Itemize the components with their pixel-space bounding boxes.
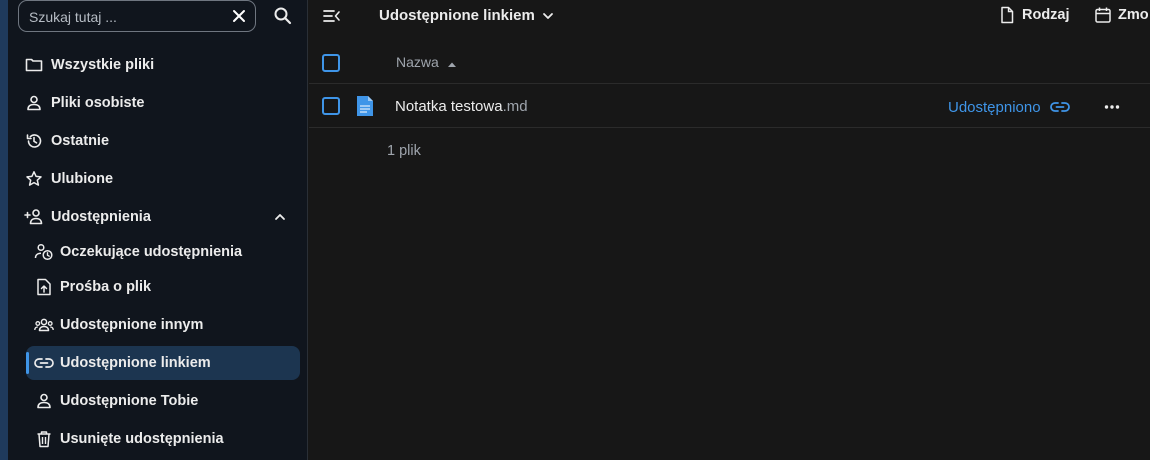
filter-type-button[interactable]: Rodzaj	[998, 6, 1070, 24]
sidebar-item-recent[interactable]: Ostatnie	[8, 122, 308, 160]
sidebar-item-label: Pliki osobiste	[51, 95, 145, 111]
sidebar-item-file-request[interactable]: Prośba o plik	[8, 268, 308, 306]
menu-toggle-icon[interactable]	[321, 5, 343, 27]
user-icon	[24, 93, 44, 113]
file-upload-icon	[34, 277, 54, 297]
sidebar-item-shared-by-link[interactable]: Udostępnione linkiem	[26, 346, 300, 380]
sidebar-item-pending-shares[interactable]: Oczekujące udostępnienia	[8, 236, 308, 268]
file-name-link[interactable]: Notatka testowa.md	[395, 98, 528, 115]
sidebar-item-label: Udostępnione linkiem	[60, 355, 211, 371]
share-status-label: Udostępniono	[948, 98, 1041, 116]
select-all-checkbox[interactable]	[322, 54, 340, 72]
search-icon[interactable]	[270, 3, 296, 29]
sidebar-item-label: Udostępnione Tobie	[60, 393, 199, 409]
sidebar-item-label: Oczekujące udostępnienia	[60, 244, 243, 260]
more-actions-icon[interactable]	[1101, 96, 1123, 118]
star-icon	[24, 169, 44, 189]
top-bar: Udostępnione linkiem Rodzaj Zmo	[309, 0, 1150, 32]
sidebar-item-shared-with-you[interactable]: Udostępnione Tobie	[8, 382, 308, 420]
sidebar-item-personal-files[interactable]: Pliki osobiste	[8, 84, 308, 122]
row-checkbox[interactable]	[322, 97, 340, 115]
group-icon	[34, 315, 54, 335]
search-box	[18, 0, 256, 32]
link-icon	[1049, 97, 1070, 117]
sidebar-item-all-files[interactable]: Wszystkie pliki	[8, 46, 308, 84]
history-icon	[24, 131, 44, 151]
chevron-down-icon	[541, 9, 555, 23]
sidebar-item-label: Usunięte udostępnienia	[60, 431, 224, 447]
sidebar-item-shares[interactable]: Udostępnienia	[8, 198, 308, 236]
view-title-dropdown[interactable]: Udostępnione linkiem	[379, 7, 555, 24]
file-count-summary: 1 plik	[387, 143, 421, 159]
sidebar-item-favorites[interactable]: Ulubione	[8, 160, 308, 198]
search-input[interactable]	[29, 7, 219, 27]
sort-by-name-button[interactable]: Nazwa	[396, 54, 457, 70]
file-basename: Notatka testowa	[395, 98, 503, 115]
sidebar-item-deleted-shares[interactable]: Usunięte udostępnienia	[8, 420, 308, 458]
search-row	[18, 0, 308, 32]
sidebar: Wszystkie pliki Pliki osobiste Ostatnie …	[8, 0, 308, 460]
trash-icon	[34, 429, 54, 449]
file-table-header: Nazwa	[309, 42, 1150, 84]
calendar-icon	[1094, 6, 1112, 24]
filter-label: Rodzaj	[1022, 7, 1070, 23]
sidebar-item-shared-with-others[interactable]: Udostępnione innym	[8, 306, 308, 344]
sidebar-item-label: Prośba o plik	[60, 279, 152, 295]
file-extension: .md	[502, 98, 528, 115]
sidebar-nav: Wszystkie pliki Pliki osobiste Ostatnie …	[8, 46, 308, 458]
folder-icon	[24, 55, 44, 75]
filter-label: Zmo	[1118, 7, 1149, 23]
sidebar-item-label: Ulubione	[51, 171, 114, 187]
share-account-icon	[24, 207, 44, 227]
main-content: Udostępnione linkiem Rodzaj Zmo Nazwa No…	[309, 0, 1150, 460]
sidebar-item-label: Udostępnienia	[51, 209, 151, 225]
sidebar-item-label: Wszystkie pliki	[51, 57, 155, 73]
close-icon[interactable]	[229, 6, 249, 26]
sidebar-item-label: Udostępnione innym	[60, 317, 204, 333]
link-icon	[34, 353, 54, 373]
file-icon	[998, 6, 1016, 24]
table-row[interactable]: Notatka testowa.md Udostępniono	[309, 85, 1150, 128]
sidebar-item-label: Ostatnie	[51, 133, 110, 149]
user-icon	[34, 391, 54, 411]
sort-ascending-icon	[447, 57, 457, 67]
filter-modified-button[interactable]: Zmo	[1094, 6, 1149, 24]
column-header-name: Nazwa	[396, 54, 439, 70]
document-icon	[356, 95, 374, 117]
left-edge-strip	[0, 0, 8, 460]
page-title: Udostępnione linkiem	[379, 7, 535, 24]
share-status-button[interactable]: Udostępniono	[948, 97, 1070, 117]
pending-share-icon	[34, 242, 54, 262]
chevron-up-icon[interactable]	[270, 207, 290, 227]
